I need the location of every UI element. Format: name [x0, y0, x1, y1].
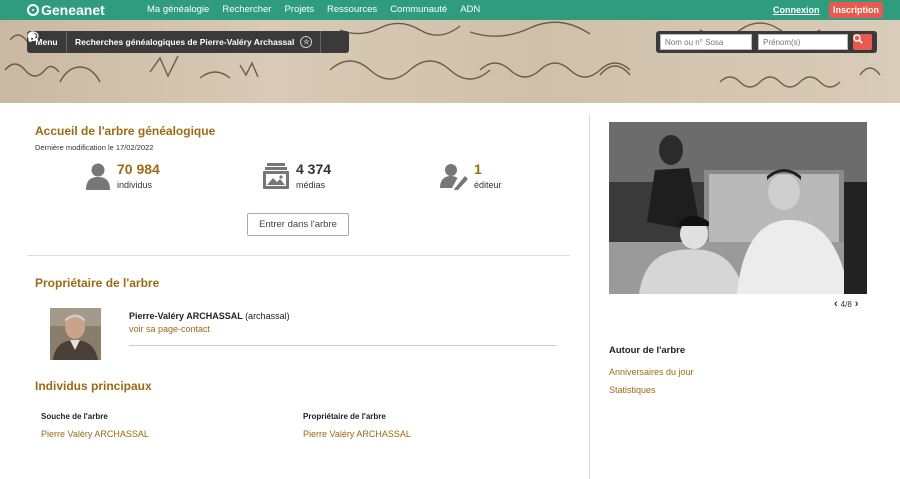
divider	[27, 255, 570, 256]
stat-editors[interactable]: 1 éditeur	[440, 162, 502, 190]
signup-button[interactable]: Inscription	[829, 2, 883, 18]
birthdays-link[interactable]: Anniversaires du jour	[609, 367, 694, 377]
media-icon	[263, 163, 289, 189]
search-icon	[853, 34, 863, 44]
header-banner: Menu Recherches généalogiques de Pierre-…	[0, 20, 900, 103]
stat-media-value: 4 374	[296, 161, 332, 177]
owner-person-header: Propriétaire de l'arbre	[303, 412, 386, 421]
owner-pseudo: (archassal)	[245, 311, 290, 321]
main-people-title: Individus principaux	[35, 379, 152, 393]
chevron-left-icon[interactable]: ‹	[834, 298, 838, 310]
tree-toolbar: Menu Recherches généalogiques de Pierre-…	[27, 31, 350, 53]
last-modified: Dernière modification le 17/02/2022	[35, 143, 154, 152]
breadcrumb[interactable]: Recherches généalogiques de Pierre-Valér…	[27, 31, 322, 53]
speech-bubble-icon	[27, 31, 39, 42]
root-person-header: Souche de l'arbre	[41, 412, 108, 421]
owner-full-name: Pierre-Valéry ARCHASSAL	[129, 311, 243, 321]
stat-editors-value: 1	[474, 161, 482, 177]
geneastar-icon: ☆	[300, 36, 313, 48]
nav-communaute[interactable]: Communauté	[390, 4, 447, 15]
nav-adn[interactable]: ADN	[460, 4, 480, 15]
editor-icon	[440, 164, 468, 190]
main-menu: Ma généalogie Rechercher Projets Ressour…	[147, 4, 493, 15]
stat-media-label: médias	[296, 180, 326, 190]
nav-projets[interactable]: Projets	[284, 4, 314, 15]
root-person-link[interactable]: Pierre Valéry ARCHASSAL	[41, 429, 149, 439]
carousel-pager: ‹ 4/8 ›	[834, 298, 858, 310]
tree-photo-carousel[interactable]	[609, 122, 867, 294]
around-tree-title: Autour de l'arbre	[609, 345, 686, 356]
owner-section-title: Propriétaire de l'arbre	[35, 276, 160, 290]
firstname-input[interactable]	[758, 34, 848, 50]
column-divider	[589, 114, 590, 479]
owner-avatar[interactable]	[50, 308, 101, 360]
breadcrumb-label: Recherches généalogiques de Pierre-Valér…	[75, 37, 295, 47]
carousel-counter: 4/8	[840, 299, 852, 309]
owner-person-link[interactable]: Pierre Valéry ARCHASSAL	[303, 429, 411, 439]
search-button[interactable]	[853, 34, 872, 50]
chevron-right-icon[interactable]: ›	[855, 298, 859, 310]
nav-ressources[interactable]: Ressources	[327, 4, 377, 15]
nav-rechercher[interactable]: Rechercher	[222, 4, 271, 15]
logo-icon	[27, 4, 39, 16]
chat-button[interactable]	[27, 31, 349, 53]
contact-page-link[interactable]: voir sa page-contact	[129, 324, 210, 334]
enter-tree-button[interactable]: Entrer dans l'arbre	[247, 213, 349, 236]
owner-photo	[50, 308, 101, 360]
search-bar	[656, 31, 877, 53]
stat-editors-label: éditeur	[474, 180, 502, 190]
stat-individuals-label: individus	[117, 180, 153, 190]
nav-ma-genealogie[interactable]: Ma généalogie	[147, 4, 209, 15]
top-navigation: Geneanet Ma généalogie Rechercher Projet…	[0, 0, 900, 20]
tree-home-title: Accueil de l'arbre généalogique	[35, 124, 216, 138]
sosa-name-input[interactable]	[660, 34, 752, 50]
person-icon	[86, 163, 110, 190]
geneanet-logo[interactable]: Geneanet	[27, 2, 105, 18]
owner-divider	[129, 345, 556, 346]
login-link[interactable]: Connexion	[773, 5, 820, 15]
family-photo	[609, 122, 867, 294]
stat-individuals[interactable]: 70 984 individus	[85, 162, 160, 190]
logo-text: Geneanet	[41, 2, 105, 18]
owner-name: Pierre-Valéry ARCHASSAL (archassal)	[129, 311, 290, 321]
statistics-link[interactable]: Statistiques	[609, 385, 656, 395]
stat-media[interactable]: 4 374 médias	[262, 162, 331, 190]
stat-individuals-value: 70 984	[117, 161, 160, 177]
